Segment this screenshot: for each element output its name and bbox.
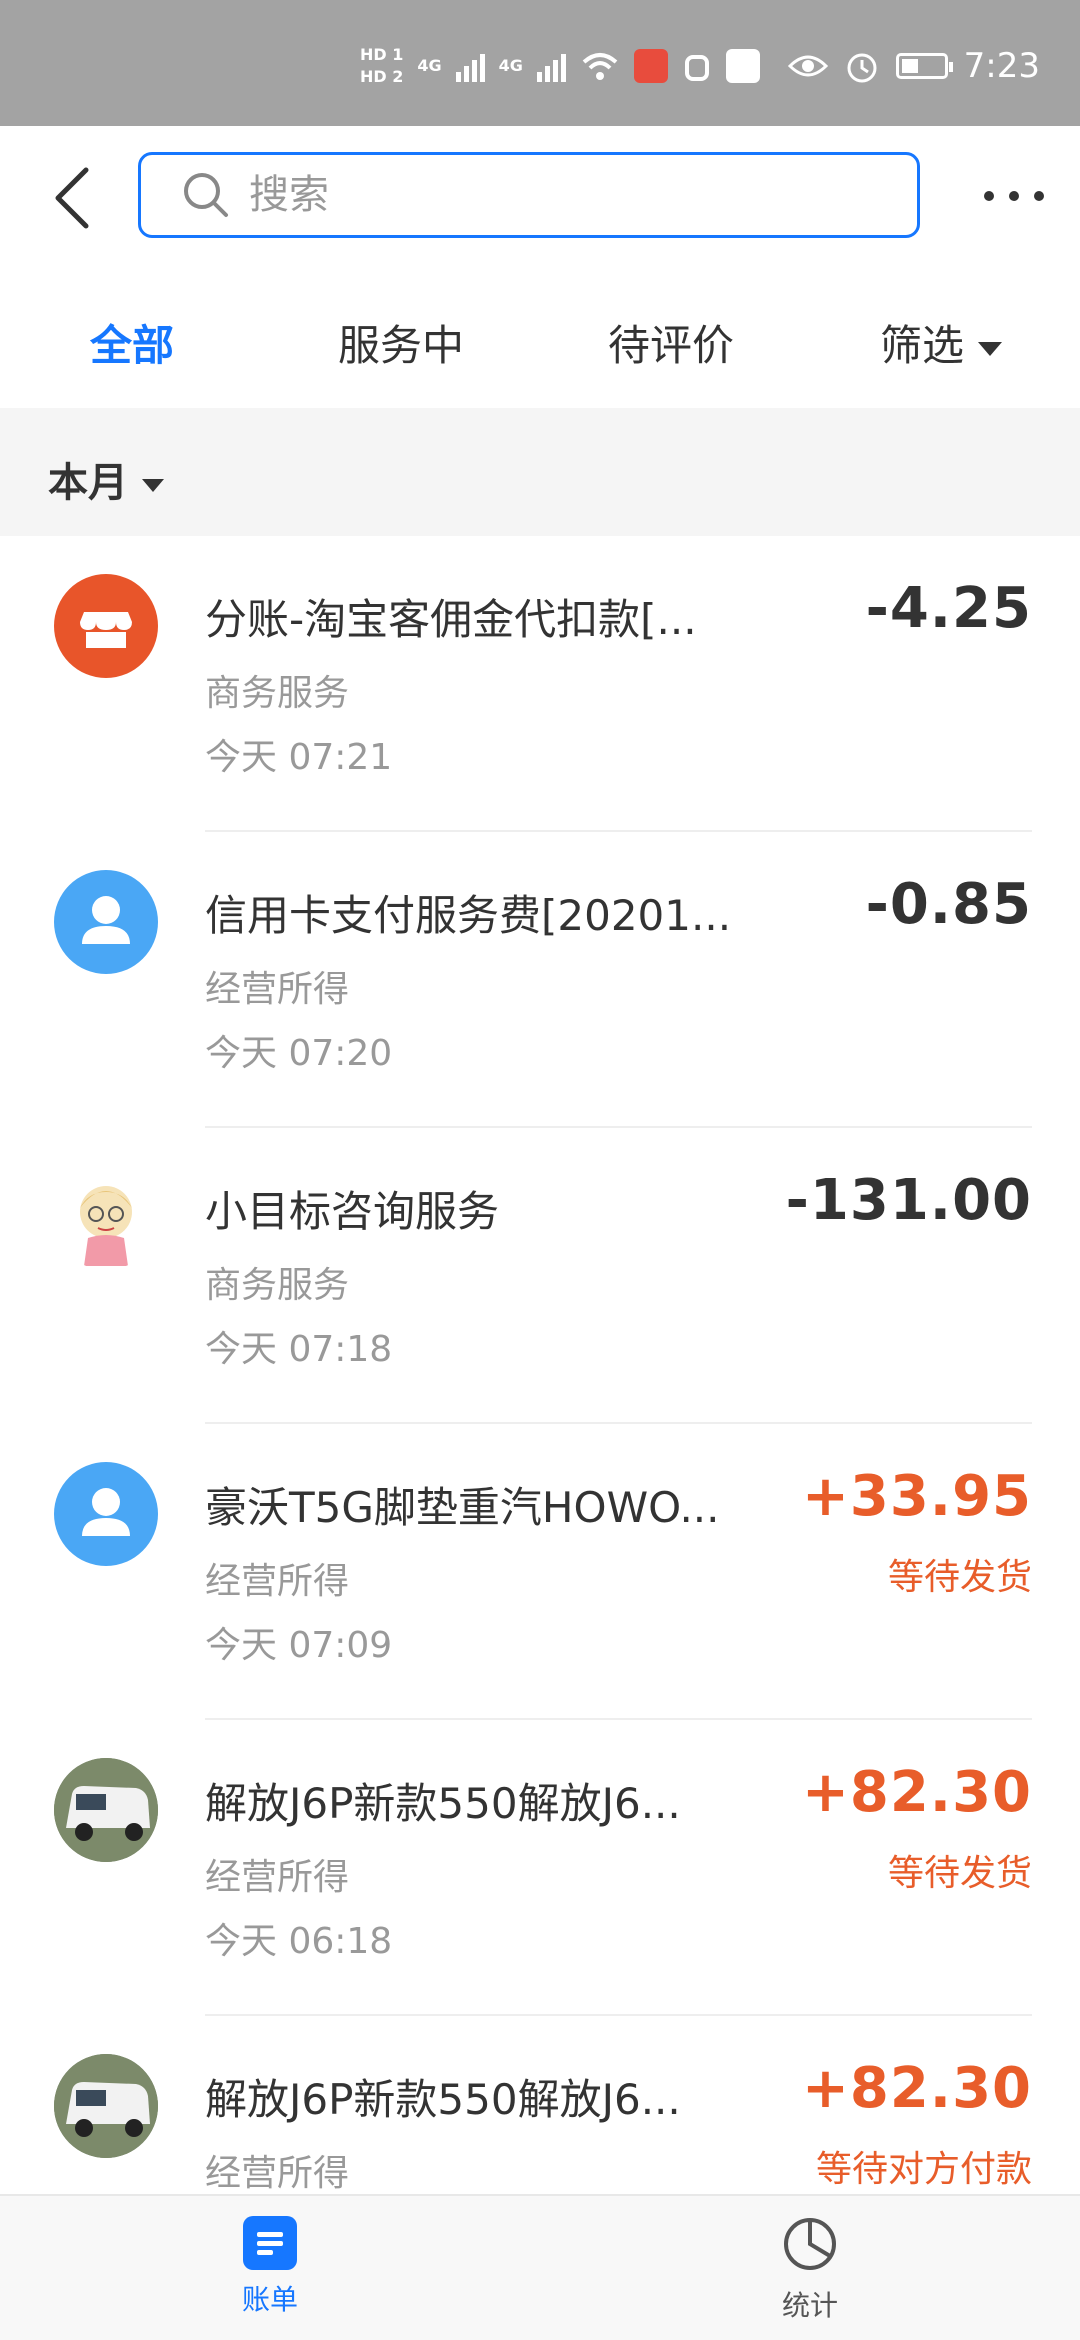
filter-tabs: 全部 服务中 待评价 筛选 xyxy=(0,274,1080,408)
hd1-label: HD 1 xyxy=(360,45,404,64)
transaction-time: 今天 06:18 xyxy=(205,1921,393,1962)
signal-icon-2 xyxy=(536,50,566,82)
transaction-amount: -4.25 xyxy=(865,576,1032,641)
transaction-row[interactable]: 豪沃T5G脚垫重汽HOWO... 经营所得 今天 07:09 +33.95 等待… xyxy=(0,1424,1080,1720)
transaction-time: 今天 07:21 xyxy=(205,737,393,778)
hd2-label: HD 2 xyxy=(360,67,404,86)
battery-icon xyxy=(895,53,953,79)
alarm-icon xyxy=(847,53,877,83)
transaction-amount: +82.30 xyxy=(801,2056,1032,2121)
tab-statistics[interactable]: 统计 xyxy=(730,2216,890,2324)
store-icon-glyph xyxy=(80,612,132,648)
network-4g-label-1: 4G xyxy=(417,56,442,75)
transaction-status: 等待发货 xyxy=(887,1557,1032,1598)
transaction-category: 商务服务 xyxy=(205,1265,350,1306)
transaction-time: 今天 07:20 xyxy=(205,1033,393,1074)
cartoon-avatar xyxy=(54,1166,158,1270)
tab-all[interactable]: 全部 xyxy=(90,312,174,373)
status-right: 7:23 xyxy=(787,46,1040,86)
chevron-down-icon xyxy=(978,341,1003,356)
transaction-title: 解放J6P新款550解放J6... xyxy=(205,2075,681,2124)
bottom-tab-bar: 账单 统计 xyxy=(0,2194,1080,2340)
transaction-row[interactable]: 分账-淘宝客佣金代扣款[... 商务服务 今天 07:21 -4.25 xyxy=(0,536,1080,832)
cartoon-avatar-glyph xyxy=(80,1186,132,1266)
clock: 7:23 xyxy=(963,46,1040,86)
transaction-amount: -0.85 xyxy=(865,872,1032,937)
pie-chart-icon xyxy=(784,2218,836,2270)
hd-indicators: HD 1 HD 2 xyxy=(360,47,403,85)
transaction-title: 分账-淘宝客佣金代扣款[... xyxy=(205,595,697,644)
person-icon-glyph xyxy=(82,1488,130,1536)
month-bar: 本月 xyxy=(0,408,1080,536)
transaction-row[interactable]: 信用卡支付服务费[20201... 经营所得 今天 07:20 -0.85 xyxy=(0,832,1080,1128)
search-icon xyxy=(184,173,228,217)
signal-icon xyxy=(455,50,485,82)
person-icon xyxy=(54,870,158,974)
police-car-photo xyxy=(54,2054,158,2158)
tab-filter-label: 筛选 xyxy=(880,321,965,370)
transaction-list: 分账-淘宝客佣金代扣款[... 商务服务 今天 07:21 -4.25 信用卡支… xyxy=(0,536,1080,2194)
chevron-down-icon xyxy=(142,478,164,492)
tab-filter[interactable]: 筛选 xyxy=(880,312,1003,373)
transaction-status: 等待发货 xyxy=(887,1853,1032,1894)
status-indicators: HD 1 HD 2 4G 4G xyxy=(360,46,760,86)
transaction-time: 今天 07:18 xyxy=(205,1329,393,1370)
person-icon xyxy=(54,1462,158,1566)
tab-in-service[interactable]: 服务中 xyxy=(338,312,464,373)
wifi-icon xyxy=(582,53,618,80)
police-car-glyph xyxy=(54,1758,158,1862)
transaction-amount: +33.95 xyxy=(801,1464,1032,1529)
search-input[interactable] xyxy=(247,171,851,219)
bill-icon xyxy=(243,2216,297,2270)
transaction-row[interactable]: 小目标咨询服务 商务服务 今天 07:18 -131.00 xyxy=(0,1128,1080,1424)
transaction-row[interactable]: 解放J6P新款550解放J6... 经营所得 +82.30 等待对方付款 xyxy=(0,2016,1080,2194)
store-icon xyxy=(54,574,158,678)
transaction-title: 豪沃T5G脚垫重汽HOWO... xyxy=(205,1483,720,1532)
transaction-title: 小目标咨询服务 xyxy=(205,1187,500,1236)
status-bar: HD 1 HD 2 4G 4G 7:23 xyxy=(0,0,1080,126)
transaction-category: 经营所得 xyxy=(205,969,350,1010)
tab-statistics-label: 统计 xyxy=(781,2289,838,2322)
person-icon-glyph xyxy=(82,896,130,944)
transaction-category: 经营所得 xyxy=(205,2153,350,2194)
tab-to-review[interactable]: 待评价 xyxy=(608,312,734,373)
transaction-time: 今天 07:09 xyxy=(205,1625,393,1666)
transaction-category: 商务服务 xyxy=(205,673,350,714)
transaction-amount: -131.00 xyxy=(785,1168,1032,1233)
month-label: 本月 xyxy=(48,460,128,506)
police-car-photo xyxy=(54,1758,158,1862)
tab-bill[interactable]: 账单 xyxy=(190,2216,350,2318)
transaction-status: 等待对方付款 xyxy=(815,2149,1032,2190)
app-notification-icon-2 xyxy=(725,49,760,83)
police-car-glyph xyxy=(54,2054,158,2158)
transaction-category: 经营所得 xyxy=(205,1857,350,1898)
alarm-app-icon xyxy=(684,55,709,81)
back-icon[interactable] xyxy=(48,166,98,230)
network-4g-label-2: 4G xyxy=(498,56,523,75)
month-selector[interactable]: 本月 xyxy=(48,450,164,508)
tab-bill-label: 账单 xyxy=(241,2283,298,2316)
transaction-category: 经营所得 xyxy=(205,1561,350,1602)
eye-icon xyxy=(787,55,828,77)
transaction-row[interactable]: 解放J6P新款550解放J6... 经营所得 今天 06:18 +82.30 等… xyxy=(0,1720,1080,2016)
search-box[interactable] xyxy=(138,152,920,238)
transaction-title: 信用卡支付服务费[20201... xyxy=(205,891,732,940)
transaction-title: 解放J6P新款550解放J6... xyxy=(205,1779,681,1828)
app-notification-icon xyxy=(633,49,668,83)
transaction-amount: +82.30 xyxy=(801,1760,1032,1825)
more-options-icon[interactable] xyxy=(984,176,1044,216)
header xyxy=(0,126,1080,274)
